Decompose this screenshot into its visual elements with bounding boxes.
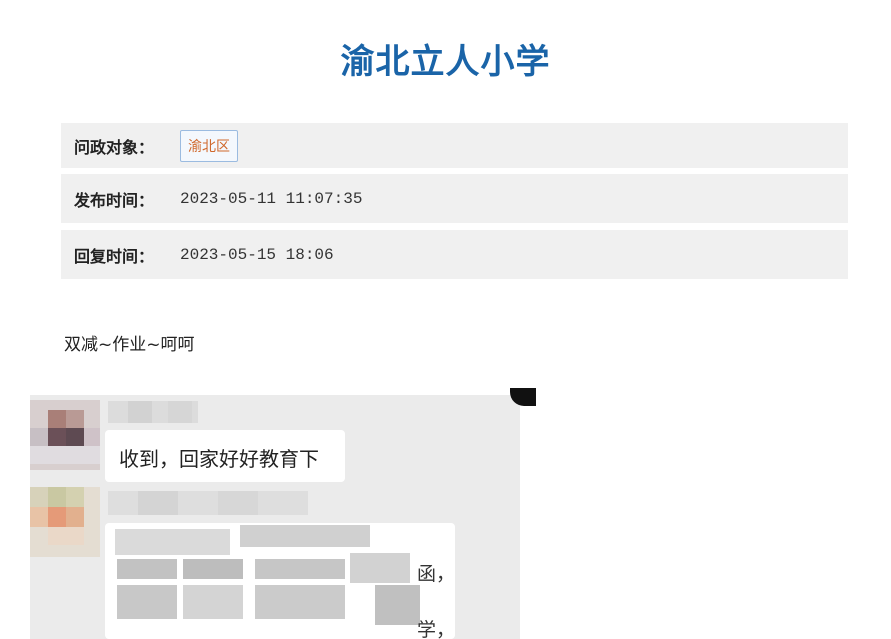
avatar-2-pixelated [30,487,100,557]
reply-time-label: 回复时间： [74,246,155,266]
sender-name-blur-2 [108,491,308,515]
page-title: 渝北立人小学 [340,42,551,82]
chat-bubble-1: 收到，回家好好教育下 [105,430,345,482]
message-fragment-1: 函， [417,563,456,585]
target-label: 问政对象： [74,137,155,157]
sender-name-blur-1 [108,401,198,423]
chat-message-1: 收到，回家好好教育下 [119,447,319,471]
publish-time-value: 2023-05-11 11:07:35 [180,189,363,208]
reply-time-row: 回复时间： 2023-05-15 18:06 [61,230,848,279]
target-tag-link[interactable]: 渝北区 [180,129,238,162]
publish-time-row: 发布时间： 2023-05-11 11:07:35 [61,174,848,223]
reply-time-value: 2023-05-15 18:06 [180,245,334,264]
message-fragment-2: 学， [417,619,456,639]
publish-time-label: 发布时间： [74,190,155,210]
target-row: 问政对象： 渝北区 [61,123,848,168]
chat-bubble-2-pixelated: 函， 学， [105,523,455,639]
avatar-1-pixelated [30,400,100,470]
post-content-text: 双减~作业~呵呵 [64,335,195,355]
chat-screenshot-image: 收到，回家好好教育下 函， 学， [30,395,520,639]
